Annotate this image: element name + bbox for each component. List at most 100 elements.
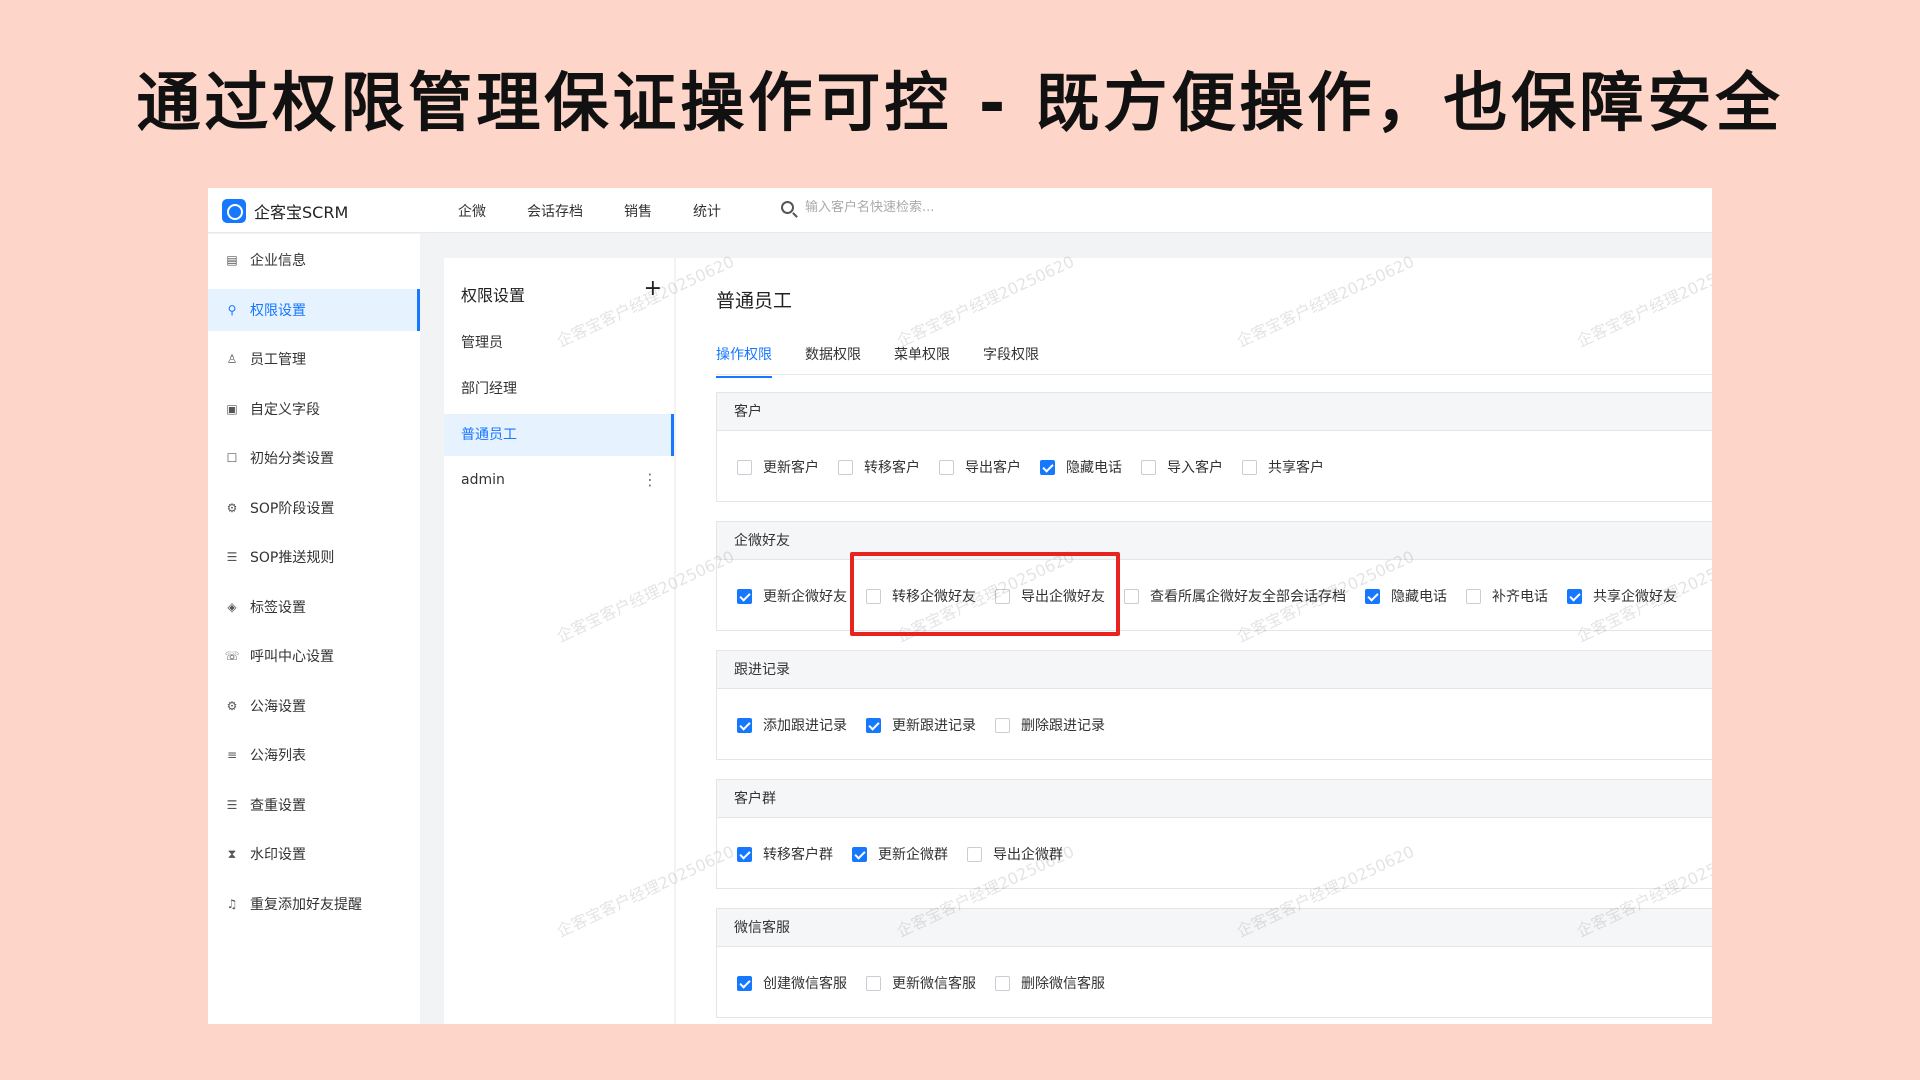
option-export-wecom-group[interactable]: 导出企微群 [967, 844, 1063, 864]
role-item-admin-group[interactable]: 管理员 [444, 322, 674, 364]
checkbox[interactable] [939, 459, 954, 475]
checkbox[interactable] [1124, 588, 1139, 604]
checkbox[interactable] [737, 459, 752, 475]
checkbox[interactable] [1365, 588, 1380, 604]
option-delete-follow-up[interactable]: 删除跟进记录 [995, 715, 1105, 735]
option-export-customer[interactable]: 导出客户 [939, 457, 1021, 477]
sidebar-item-label: SOP阶段设置 [250, 500, 335, 517]
option-label: 创建微信客服 [763, 976, 847, 992]
option-hide-phone[interactable]: 隐藏电话 [1040, 457, 1122, 477]
bell-icon: ♫ [226, 896, 238, 911]
option-add-follow-up[interactable]: 添加跟进记录 [737, 715, 847, 735]
checkbox[interactable] [866, 717, 881, 733]
option-label: 补齐电话 [1492, 589, 1548, 605]
role-item-dept-manager[interactable]: 部门经理 [444, 368, 674, 410]
option-update-follow-up[interactable]: 更新跟进记录 [866, 715, 976, 735]
option-label: 更新微信客服 [892, 976, 976, 992]
option-create-wechat-service[interactable]: 创建微信客服 [737, 973, 847, 993]
list-icon: ☰ [226, 797, 238, 812]
option-share-wecom-friend[interactable]: 共享企微好友 [1567, 586, 1677, 606]
search-icon[interactable] [781, 201, 794, 214]
more-icon[interactable]: ⋮ [642, 459, 658, 501]
sidebar-item-label: 权限设置 [250, 302, 306, 319]
sidebar-item-permissions[interactable]: ⚲ 权限设置 [208, 288, 420, 331]
option-update-wechat-service[interactable]: 更新微信客服 [866, 973, 976, 993]
search-input[interactable] [805, 200, 1105, 215]
topnav-item-archive[interactable]: 会话存档 [527, 201, 583, 221]
option-complete-phone[interactable]: 补齐电话 [1466, 586, 1548, 606]
sidebar-item-tags[interactable]: ◈ 标签设置 [208, 586, 420, 628]
sidebar-item-call-center[interactable]: ☏ 呼叫中心设置 [208, 635, 420, 677]
checkbox[interactable] [967, 846, 982, 862]
sidebar-item-watermark[interactable]: ⧗ 水印设置 [208, 833, 420, 875]
option-label: 共享企微好友 [1593, 589, 1677, 605]
option-label: 添加跟进记录 [763, 718, 847, 734]
tab-data-permissions[interactable]: 数据权限 [805, 344, 861, 378]
option-label: 转移客户群 [763, 847, 833, 863]
option-view-all-archives[interactable]: 查看所属企微好友全部会话存档 [1124, 586, 1346, 606]
stage-icon: ⚙ [226, 500, 238, 515]
checkbox[interactable] [1466, 588, 1481, 604]
option-label: 更新企微好友 [763, 589, 847, 605]
option-group: 转移客户群 更新企微群 导出企微群 [737, 844, 1082, 864]
sidebar-item-custom-fields[interactable]: ▣ 自定义字段 [208, 388, 420, 430]
checkbox[interactable] [866, 975, 881, 991]
tab-operation-permissions[interactable]: 操作权限 [716, 344, 772, 378]
option-delete-wechat-service[interactable]: 删除微信客服 [995, 973, 1105, 993]
option-update-wecom-friend[interactable]: 更新企微好友 [737, 586, 847, 606]
sidebar-item-sop-rules[interactable]: ☰ SOP推送规则 [208, 536, 420, 578]
sidebar-item-company-info[interactable]: ▤ 企业信息 [208, 239, 420, 281]
checkbox[interactable] [1567, 588, 1582, 604]
sidebar-item-label: 自定义字段 [250, 401, 320, 418]
tab-field-permissions[interactable]: 字段权限 [983, 344, 1039, 378]
add-role-button[interactable]: + [644, 276, 662, 301]
topnav-item-qiwei[interactable]: 企微 [458, 201, 486, 221]
option-label: 删除跟进记录 [1021, 718, 1105, 734]
sidebar-item-label: 公海列表 [250, 748, 306, 764]
sidebar-item-dedup[interactable]: ☰ 查重设置 [208, 784, 420, 826]
option-import-customer[interactable]: 导入客户 [1141, 457, 1223, 477]
option-share-customer[interactable]: 共享客户 [1242, 457, 1324, 477]
key-icon: ⚲ [227, 302, 237, 317]
form-icon: ▣ [226, 401, 238, 416]
option-label: 导入客户 [1167, 460, 1223, 476]
role-item-staff[interactable]: 普通员工 [444, 414, 674, 456]
section-customer-group: 客户群 转移客户群 更新企微群 导出企微群 [716, 779, 1712, 889]
sidebar-item-initial-category[interactable]: ☐ 初始分类设置 [208, 437, 420, 479]
checkbox[interactable] [995, 975, 1010, 991]
sidebar-item-label: 查重设置 [250, 797, 306, 814]
sidebar-item-staff[interactable]: ♙ 员工管理 [208, 338, 420, 380]
sidebar-item-duplicate-friend-reminder[interactable]: ♫ 重复添加好友提醒 [208, 883, 420, 925]
checkbox[interactable] [737, 975, 752, 991]
topnav-item-stats[interactable]: 统计 [693, 201, 721, 221]
checkbox[interactable] [737, 588, 752, 604]
sidebar-item-pool-settings[interactable]: ⚙ 公海设置 [208, 685, 420, 727]
section-title: 跟进记录 [717, 651, 1712, 689]
checkbox[interactable] [737, 717, 752, 733]
option-update-wecom-group[interactable]: 更新企微群 [852, 844, 948, 864]
role-item-admin[interactable]: admin ⋮ [444, 459, 674, 501]
option-label: 隐藏电话 [1066, 460, 1122, 476]
option-update-customer[interactable]: 更新客户 [737, 457, 819, 477]
topnav-item-sales[interactable]: 销售 [624, 201, 652, 221]
page-title: 普通员工 [716, 290, 793, 312]
phone-icon: ☏ [224, 649, 240, 663]
checkbox[interactable] [1141, 459, 1156, 475]
option-transfer-customer[interactable]: 转移客户 [838, 457, 920, 477]
tab-divider [716, 374, 1712, 375]
checkbox[interactable] [852, 846, 867, 862]
checkbox[interactable] [1242, 459, 1257, 475]
tab-menu-permissions[interactable]: 菜单权限 [894, 344, 950, 378]
highlight-box [850, 552, 1120, 636]
option-transfer-customer-group[interactable]: 转移客户群 [737, 844, 833, 864]
logo[interactable]: 企客宝SCRM [222, 199, 348, 223]
checkbox[interactable] [838, 459, 853, 475]
sidebar-item-pool-list[interactable]: ≡ 公海列表 [208, 734, 420, 776]
checkbox[interactable] [1040, 459, 1055, 475]
sidebar-item-sop-stage[interactable]: ⚙ SOP阶段设置 [208, 487, 420, 529]
option-hide-phone[interactable]: 隐藏电话 [1365, 586, 1447, 606]
sidebar-item-label: 员工管理 [250, 352, 306, 368]
checkbox[interactable] [737, 846, 752, 862]
checkbox[interactable] [995, 717, 1010, 733]
sidebar-item-label: 初始分类设置 [250, 451, 334, 467]
